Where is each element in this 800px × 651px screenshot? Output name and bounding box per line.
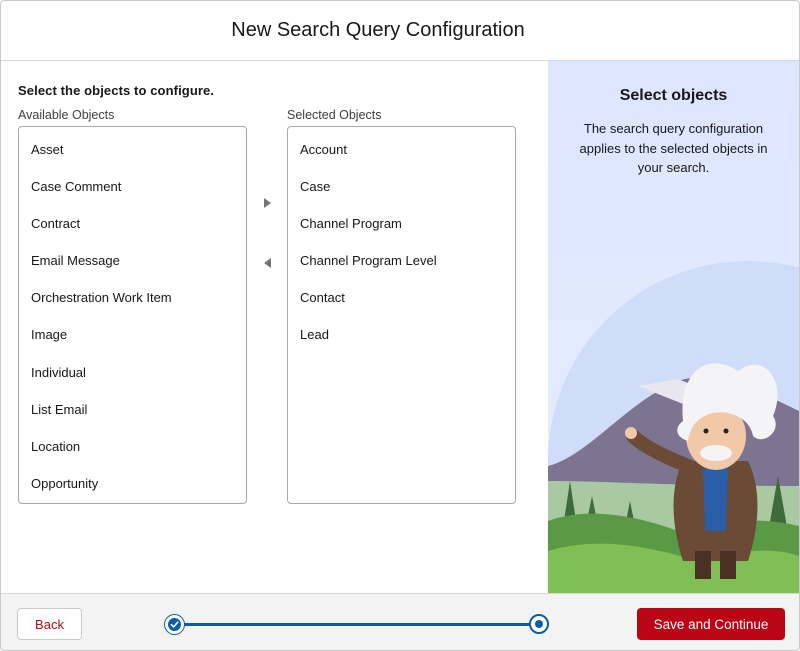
modal-footer: Back Save and Continue [1, 593, 799, 650]
modal-title: New Search Query Configuration [231, 19, 525, 41]
listbox-option[interactable]: Orchestration Work Item [19, 279, 246, 316]
listbox-option[interactable]: Channel Program [288, 205, 515, 242]
dual-listbox-pane: Select the objects to configure. Availab… [1, 61, 548, 593]
available-objects-label: Available Objects [18, 108, 115, 122]
listbox-option[interactable]: Channel Program Level [288, 242, 515, 279]
back-button[interactable]: Back [17, 608, 82, 640]
listbox-option[interactable]: Lead [288, 316, 515, 353]
check-icon [170, 621, 179, 628]
help-panel-description: The search query configuration applies t… [579, 121, 768, 175]
move-to-available-button[interactable] [259, 255, 275, 271]
listbox-option[interactable]: Case [288, 168, 515, 205]
listbox-option[interactable]: Individual [19, 354, 246, 391]
modal-header: New Search Query Configuration [1, 1, 799, 61]
help-panel: Select objects The search query configur… [548, 61, 799, 593]
help-panel-title: Select objects [619, 87, 728, 104]
available-objects-listbox[interactable]: Asset Case Comment Contract Email Message Or… [18, 126, 247, 504]
listbox-option[interactable]: Contract [19, 205, 246, 242]
triangle-left-icon [263, 258, 271, 268]
current-step-dot-icon [535, 620, 543, 628]
listbox-option[interactable]: Asset [19, 131, 246, 168]
listbox-option[interactable]: Contact [288, 279, 515, 316]
listbox-option[interactable]: List Email [19, 391, 246, 428]
instruction-text: Select the objects to configure. [18, 83, 215, 98]
progress-indicator [165, 614, 549, 634]
einstein-mascot-illustration [548, 261, 799, 593]
progress-step-1-completed[interactable] [165, 615, 184, 634]
modal: New Search Query Configuration Select th… [0, 0, 800, 651]
listbox-option[interactable]: Email Message [19, 242, 246, 279]
listbox-option[interactable]: Case Comment [19, 168, 246, 205]
listbox-option[interactable]: Location [19, 428, 246, 465]
selected-objects-label: Selected Objects [287, 108, 382, 122]
progress-step-2-current[interactable] [529, 614, 549, 634]
save-and-continue-button[interactable]: Save and Continue [637, 608, 785, 640]
listbox-option[interactable]: Account [288, 131, 515, 168]
listbox-option[interactable]: Image [19, 316, 246, 353]
selected-objects-listbox[interactable]: Account Case Channel Program Channel Progra… [287, 126, 516, 504]
modal-body: Select the objects to configure. Availab… [1, 61, 799, 593]
progress-track [175, 623, 539, 626]
listbox-option[interactable]: Opportunity [19, 465, 246, 502]
